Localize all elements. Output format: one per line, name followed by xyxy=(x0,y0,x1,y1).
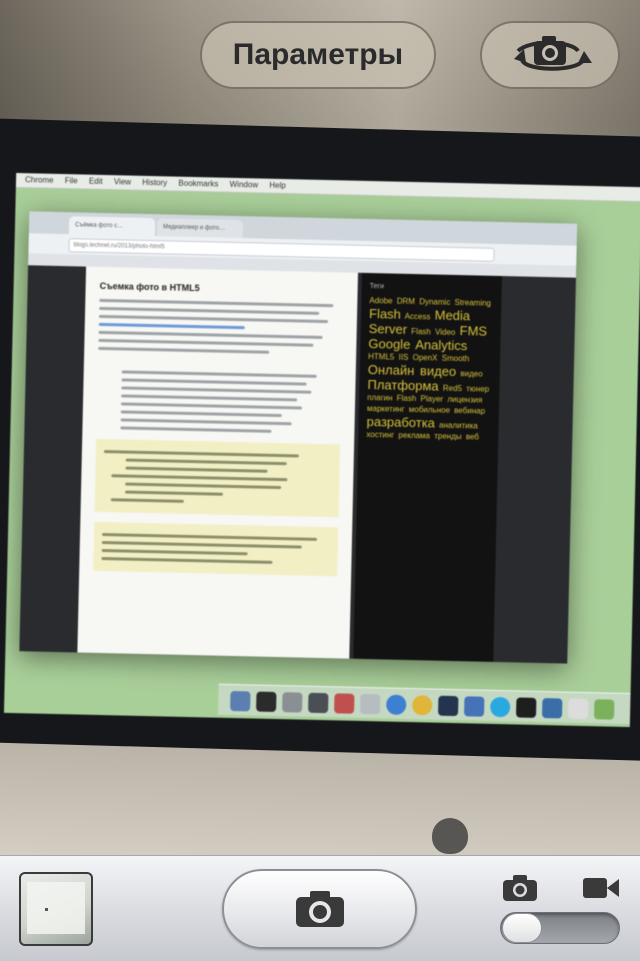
browser-window: Съёмка фото с… Медиаплеер и фото… blogs.… xyxy=(19,211,578,664)
tag: вебинар xyxy=(454,405,486,416)
menubar-item: History xyxy=(142,177,168,188)
dock-app-icon xyxy=(541,698,563,719)
camera-icon xyxy=(295,891,344,927)
tag: аналитика xyxy=(439,420,478,431)
tag: Flash Player xyxy=(396,393,444,404)
article-content: Съемка фото в HTML5 xyxy=(77,266,359,659)
tag: OpenX xyxy=(412,353,438,363)
tag: Adobe xyxy=(369,296,393,306)
dock-app-icon xyxy=(256,691,277,713)
tag: лицензия xyxy=(447,394,483,405)
menubar-item: View xyxy=(113,177,132,187)
dock-app-icon xyxy=(386,694,407,715)
camera-toolbar xyxy=(0,855,640,961)
photo-video-toggle[interactable] xyxy=(500,912,620,944)
dock-app-icon xyxy=(438,695,459,717)
tag: Flash xyxy=(368,306,402,322)
browser-tab: Медиаплеер и фото… xyxy=(156,218,244,239)
menubar-item: Help xyxy=(269,180,286,191)
tag: Flash Video xyxy=(411,326,456,337)
code-block xyxy=(94,438,341,518)
dock-app-icon xyxy=(463,696,485,717)
menubar-item: Chrome xyxy=(24,175,54,185)
tag: Access xyxy=(404,311,431,322)
tag: плагин xyxy=(367,392,393,403)
mac-dock xyxy=(217,683,631,725)
browser-tab: Съёмка фото с… xyxy=(68,216,156,237)
dock-app-icon xyxy=(308,692,329,714)
options-button[interactable]: Параметры xyxy=(200,21,436,89)
dock-app-icon xyxy=(489,696,511,718)
dock-app-icon xyxy=(567,698,589,720)
shutter-button[interactable] xyxy=(222,869,417,949)
menubar-item: Window xyxy=(229,179,259,190)
dock-app-icon xyxy=(334,693,355,714)
last-photo-thumbnail[interactable] xyxy=(19,872,93,946)
dock-app-icon xyxy=(360,693,381,715)
code-block xyxy=(93,521,339,577)
tag-cloud-words: Adobe DRM Dynamic Streaming Flash Access… xyxy=(366,295,493,443)
dock-app-icon xyxy=(230,690,251,712)
dock-app-icon xyxy=(282,692,303,713)
camera-viewfinder[interactable]: Chrome File Edit View History Bookmarks … xyxy=(0,0,640,855)
tag: маркетинг xyxy=(366,403,405,414)
toggle-knob[interactable] xyxy=(502,913,542,943)
tag: HTML5 xyxy=(368,352,395,362)
tag: DRM xyxy=(396,296,416,307)
video-camera-icon xyxy=(583,878,619,898)
tag-cloud: Теги Adobe DRM Dynamic Streaming Flash A… xyxy=(353,272,502,662)
dock-app-icon xyxy=(593,699,615,720)
tag: Dynamic Streaming xyxy=(419,297,492,308)
menubar-item: Bookmarks xyxy=(178,178,219,189)
tag: хостинг xyxy=(366,429,395,440)
tag: Smooth xyxy=(441,353,470,364)
menubar-item: Edit xyxy=(88,176,103,186)
tag: разработка xyxy=(366,413,436,431)
menubar-item: File xyxy=(64,176,78,186)
camera-flip-icon xyxy=(514,36,592,71)
monitor-chin xyxy=(0,742,640,855)
tag: веб xyxy=(465,432,480,442)
dock-app-icon xyxy=(412,695,433,716)
tag: FMS xyxy=(459,323,488,339)
tag: реклама xyxy=(398,430,431,441)
tag: IIS xyxy=(398,352,409,362)
camera-icon xyxy=(503,875,537,901)
dock-app-icon xyxy=(515,697,537,718)
tag: мобильное xyxy=(408,404,451,415)
apple-logo-icon xyxy=(432,818,468,854)
tag: тренды xyxy=(434,431,462,442)
tag-cloud-title: Теги xyxy=(369,283,385,291)
tag: тюнер xyxy=(466,384,490,394)
monitor-screen: Chrome File Edit View History Bookmarks … xyxy=(3,172,640,728)
article-title: Съемка фото в HTML5 xyxy=(99,280,200,294)
tag: Red5 xyxy=(442,383,463,394)
tag: Google Analytics xyxy=(368,336,468,354)
tag: видео xyxy=(460,369,483,379)
tag: Платформа xyxy=(367,376,439,394)
flip-camera-button[interactable] xyxy=(480,21,620,89)
